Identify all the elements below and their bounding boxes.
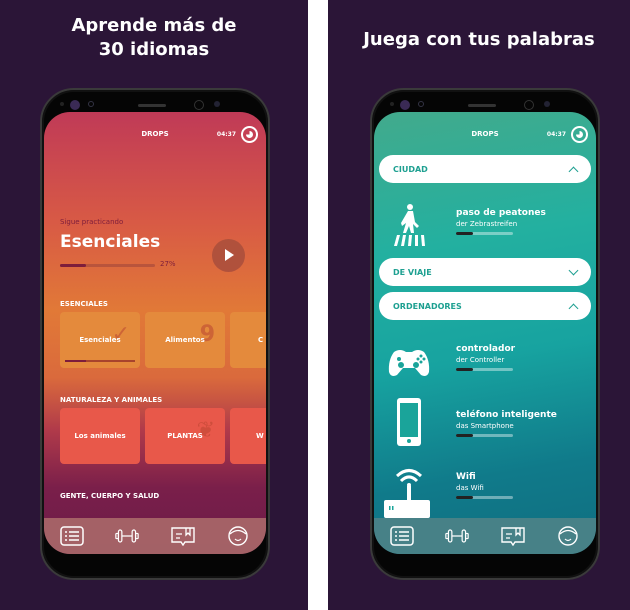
- app-screen-words: DROPS 04:37 CIUDAD paso de peatones der …: [374, 112, 596, 554]
- word-progress-bar: [456, 368, 513, 371]
- word-translation: das Wifi: [456, 484, 484, 492]
- book-icon[interactable]: [501, 526, 525, 546]
- wifi-router-icon: [384, 469, 430, 518]
- status-bar: DROPS 04:37: [44, 126, 266, 146]
- topic-progress-percent: 27%: [160, 260, 176, 268]
- topic-tile-esenciales[interactable]: ✓ Esenciales: [60, 312, 140, 368]
- phone-sensors: [372, 98, 598, 112]
- category-label: DE VIAJE: [393, 267, 432, 277]
- dumbbell-icon[interactable]: [445, 526, 469, 546]
- app-screen-home: DROPS 04:37 Sigue practicando Esenciales…: [44, 112, 266, 554]
- left-promo-panel: Aprende más de 30 idiomas DROPS 04:37 Si…: [0, 0, 308, 610]
- tile-row-esenciales: ✓ Esenciales 9 Alimentos C: [60, 312, 266, 368]
- profile-icon[interactable]: [556, 526, 580, 546]
- word-title: controlador: [456, 344, 516, 354]
- section-title: GENTE, CUERPO Y SALUD: [60, 492, 160, 500]
- category-ciudad[interactable]: CIUDAD: [379, 155, 591, 183]
- gamepad-icon: [388, 350, 430, 376]
- topic-tile-alimentos[interactable]: 9 Alimentos: [145, 312, 225, 368]
- word-item[interactable]: teléfono inteligente das Smartphone: [379, 392, 591, 452]
- session-timer-text: 04:37: [546, 131, 566, 138]
- category-label: CIUDAD: [393, 164, 428, 174]
- category-de-viaje[interactable]: DE VIAJE: [379, 258, 591, 286]
- topic-progress-bar: [60, 264, 155, 267]
- profile-icon[interactable]: [226, 526, 250, 546]
- right-headline: Juega con tus palabras: [363, 29, 595, 50]
- tile-label: Alimentos: [165, 336, 205, 344]
- tile-label: W: [256, 432, 264, 440]
- word-progress-bar: [456, 232, 513, 235]
- status-bar: DROPS 04:37: [374, 126, 596, 146]
- word-title: Wifi: [456, 472, 476, 482]
- phone-sensors: [42, 98, 268, 112]
- chevron-up-icon: [568, 303, 579, 313]
- dumbbell-icon[interactable]: [115, 526, 139, 546]
- word-translation: der Controller: [456, 356, 505, 364]
- continue-topic-title[interactable]: Esenciales: [60, 232, 160, 252]
- continue-label: Sigue practicando: [60, 218, 124, 226]
- bottom-nav: [374, 518, 596, 554]
- topic-tile-plantas[interactable]: ❦ PLANTAS: [145, 408, 225, 464]
- topic-tile-partial[interactable]: W: [230, 408, 266, 464]
- book-icon[interactable]: [171, 526, 195, 546]
- crosswalk-icon: [394, 204, 425, 246]
- topic-tile-partial[interactable]: C: [230, 312, 266, 368]
- bottom-nav: [44, 518, 266, 554]
- smartphone-icon: [397, 398, 421, 446]
- tile-label: PLANTAS: [167, 432, 203, 440]
- list-icon[interactable]: [390, 526, 414, 546]
- phone-frame: DROPS 04:37 Sigue practicando Esenciales…: [40, 88, 270, 580]
- play-button[interactable]: [212, 239, 245, 272]
- session-timer-text: 04:37: [216, 131, 236, 138]
- category-label: ORDENADORES: [393, 301, 462, 311]
- timer-icon[interactable]: [241, 126, 258, 143]
- word-item[interactable]: paso de peatones der Zebrastreifen: [379, 202, 591, 252]
- left-headline: Aprende más de 30 idiomas: [71, 15, 237, 60]
- word-item[interactable]: Wifi das Wifi: [379, 466, 591, 518]
- category-ordenadores[interactable]: ORDENADORES: [379, 292, 591, 320]
- topic-tile-animales[interactable]: Los animales: [60, 408, 140, 464]
- word-title: teléfono inteligente: [456, 410, 557, 420]
- phone-frame: DROPS 04:37 CIUDAD paso de peatones der …: [370, 88, 600, 580]
- word-title: paso de peatones: [456, 208, 546, 218]
- tile-label: C: [258, 336, 264, 344]
- chevron-down-icon: [568, 265, 579, 275]
- word-progress-bar: [456, 496, 513, 499]
- list-icon[interactable]: [60, 526, 84, 546]
- word-progress-bar: [456, 434, 513, 437]
- chevron-up-icon: [568, 166, 579, 176]
- topic-progress-fill: [60, 264, 86, 267]
- word-item[interactable]: controlador der Controller: [379, 338, 591, 388]
- right-promo-panel: Juega con tus palabras DROPS 04:37 CIUDA…: [328, 0, 630, 610]
- tile-label: Los animales: [74, 432, 126, 440]
- word-translation: das Smartphone: [456, 422, 514, 430]
- section-title: ESENCIALES: [60, 300, 108, 308]
- word-translation: der Zebrastreifen: [456, 220, 518, 228]
- timer-icon[interactable]: [571, 126, 588, 143]
- tile-row-naturaleza: Los animales ❦ PLANTAS W: [60, 408, 266, 464]
- tile-progress-bar: [65, 360, 135, 362]
- tile-label: Esenciales: [79, 336, 121, 344]
- section-title: NATURALEZA Y ANIMALES: [60, 396, 163, 404]
